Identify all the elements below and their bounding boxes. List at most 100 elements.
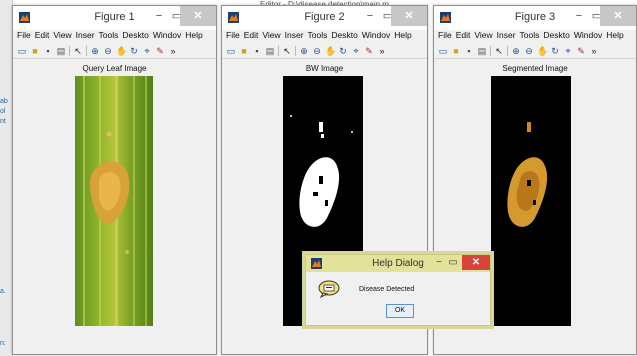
- minimize-button[interactable]: −: [150, 6, 168, 26]
- close-button[interactable]: ✕: [462, 255, 490, 270]
- background-fragment: n:: [0, 340, 6, 347]
- figure-toolbar: ▭ ■ ▪ ▤ ↖ ⊕ ⊖ ✋ ↻ ⌖ ✎ »: [13, 44, 216, 59]
- print-icon[interactable]: ▤: [477, 46, 487, 56]
- menu-desktop[interactable]: Deskto: [331, 30, 357, 40]
- data-cursor-icon[interactable]: ⌖: [351, 46, 361, 56]
- dialog-message: Disease Detected: [359, 286, 415, 293]
- menu-edit[interactable]: Edit: [35, 30, 50, 40]
- menu-window[interactable]: Windov: [153, 30, 181, 40]
- data-cursor-icon[interactable]: ⌖: [563, 46, 573, 56]
- pointer-icon[interactable]: ↖: [282, 46, 292, 56]
- toolbar-separator: [86, 46, 87, 56]
- brush-icon[interactable]: ✎: [155, 46, 165, 56]
- menu-insert[interactable]: Inser: [285, 30, 304, 40]
- rotate-icon[interactable]: ↻: [550, 46, 560, 56]
- query-leaf-image: [75, 76, 153, 326]
- menu-file[interactable]: File: [17, 30, 31, 40]
- toolbar-separator: [490, 46, 491, 56]
- menu-desktop[interactable]: Deskto: [122, 30, 148, 40]
- maximize-button[interactable]: ▭: [446, 255, 460, 270]
- menu-view[interactable]: View: [53, 30, 71, 40]
- zoom-out-icon[interactable]: ⊖: [524, 46, 534, 56]
- zoom-in-icon[interactable]: ⊕: [511, 46, 521, 56]
- help-speech-icon: [318, 280, 340, 298]
- menu-help[interactable]: Help: [606, 30, 623, 40]
- axes-title: Query Leaf Image: [82, 64, 147, 73]
- rotate-icon[interactable]: ↻: [129, 46, 139, 56]
- menu-file[interactable]: File: [438, 30, 452, 40]
- open-file-icon[interactable]: ■: [451, 46, 461, 56]
- figure-window-1[interactable]: Figure 1 − ▭ ✕ File Edit View Inser Tools Des…: [12, 5, 217, 355]
- background-fragment: ol: [0, 108, 6, 115]
- menu-desktop[interactable]: Deskto: [543, 30, 569, 40]
- titlebar[interactable]: Figure 3 − ▭ ✕: [434, 6, 636, 30]
- save-icon[interactable]: ▪: [464, 46, 474, 56]
- menu-edit[interactable]: Edit: [456, 30, 471, 40]
- close-button[interactable]: ✕: [600, 6, 636, 26]
- menu-tools[interactable]: Tools: [520, 30, 540, 40]
- zoom-in-icon[interactable]: ⊕: [299, 46, 309, 56]
- axes-title: Segmented Image: [502, 64, 568, 73]
- save-icon[interactable]: ▪: [43, 46, 53, 56]
- segmented-image: [491, 76, 571, 326]
- figure-toolbar: ▭ ■ ▪ ▤ ↖ ⊕ ⊖ ✋ ↻ ⌖ ✎ »: [222, 44, 427, 59]
- menu-bar: File Edit View Inser Tools Deskto Windov Help: [222, 30, 427, 44]
- menu-help[interactable]: Help: [185, 30, 202, 40]
- brush-icon[interactable]: ✎: [364, 46, 374, 56]
- menu-help[interactable]: Help: [394, 30, 411, 40]
- dialog-titlebar[interactable]: Help Dialog − ▭ ✕: [306, 255, 490, 272]
- help-dialog[interactable]: Help Dialog − ▭ ✕ Disease Detected OK: [305, 254, 491, 326]
- rotate-icon[interactable]: ↻: [338, 46, 348, 56]
- background-fragment: a.: [0, 288, 6, 295]
- titlebar[interactable]: Figure 2 − ▭ ✕: [222, 6, 427, 30]
- menu-window[interactable]: Windov: [362, 30, 390, 40]
- new-figure-icon[interactable]: ▭: [226, 46, 236, 56]
- menu-view[interactable]: View: [474, 30, 492, 40]
- print-icon[interactable]: ▤: [56, 46, 66, 56]
- menu-view[interactable]: View: [262, 30, 280, 40]
- new-figure-icon[interactable]: ▭: [17, 46, 27, 56]
- open-file-icon[interactable]: ■: [30, 46, 40, 56]
- menu-bar: File Edit View Inser Tools Deskto Windov Help: [434, 30, 636, 44]
- data-cursor-icon[interactable]: ⌖: [142, 46, 152, 56]
- menu-file[interactable]: File: [226, 30, 240, 40]
- toolbar-separator: [278, 46, 279, 56]
- overflow-icon[interactable]: »: [168, 46, 178, 56]
- close-button[interactable]: ✕: [391, 6, 427, 26]
- brush-icon[interactable]: ✎: [576, 46, 586, 56]
- minimize-button[interactable]: −: [361, 6, 379, 26]
- zoom-out-icon[interactable]: ⊖: [103, 46, 113, 56]
- print-icon[interactable]: ▤: [265, 46, 275, 56]
- zoom-out-icon[interactable]: ⊖: [312, 46, 322, 56]
- pan-icon[interactable]: ✋: [325, 46, 336, 56]
- pointer-icon[interactable]: ↖: [494, 46, 504, 56]
- axes-title: BW Image: [305, 64, 344, 73]
- new-figure-icon[interactable]: ▭: [438, 46, 448, 56]
- overflow-icon[interactable]: »: [589, 46, 599, 56]
- pan-icon[interactable]: ✋: [537, 46, 548, 56]
- zoom-in-icon[interactable]: ⊕: [90, 46, 100, 56]
- close-button[interactable]: ✕: [180, 6, 216, 26]
- menu-insert[interactable]: Inser: [497, 30, 516, 40]
- toolbar-separator: [295, 46, 296, 56]
- ok-button[interactable]: OK: [386, 304, 414, 318]
- minimize-button[interactable]: −: [570, 6, 588, 26]
- pointer-icon[interactable]: ↖: [73, 46, 83, 56]
- background-fragment: nt: [0, 118, 6, 125]
- overflow-icon[interactable]: »: [377, 46, 387, 56]
- menu-edit[interactable]: Edit: [244, 30, 259, 40]
- toolbar-separator: [69, 46, 70, 56]
- background-fragment: ab: [0, 98, 8, 105]
- menu-window[interactable]: Windov: [574, 30, 602, 40]
- menu-bar: File Edit View Inser Tools Deskto Windov Help: [13, 30, 216, 44]
- titlebar[interactable]: Figure 1 − ▭ ✕: [13, 6, 216, 30]
- figure-toolbar: ▭ ■ ▪ ▤ ↖ ⊕ ⊖ ✋ ↻ ⌖ ✎ »: [434, 44, 636, 59]
- save-icon[interactable]: ▪: [252, 46, 262, 56]
- menu-tools[interactable]: Tools: [308, 30, 328, 40]
- pan-icon[interactable]: ✋: [116, 46, 127, 56]
- menu-tools[interactable]: Tools: [99, 30, 119, 40]
- minimize-button[interactable]: −: [432, 255, 446, 270]
- toolbar-separator: [507, 46, 508, 56]
- menu-insert[interactable]: Inser: [76, 30, 95, 40]
- open-file-icon[interactable]: ■: [239, 46, 249, 56]
